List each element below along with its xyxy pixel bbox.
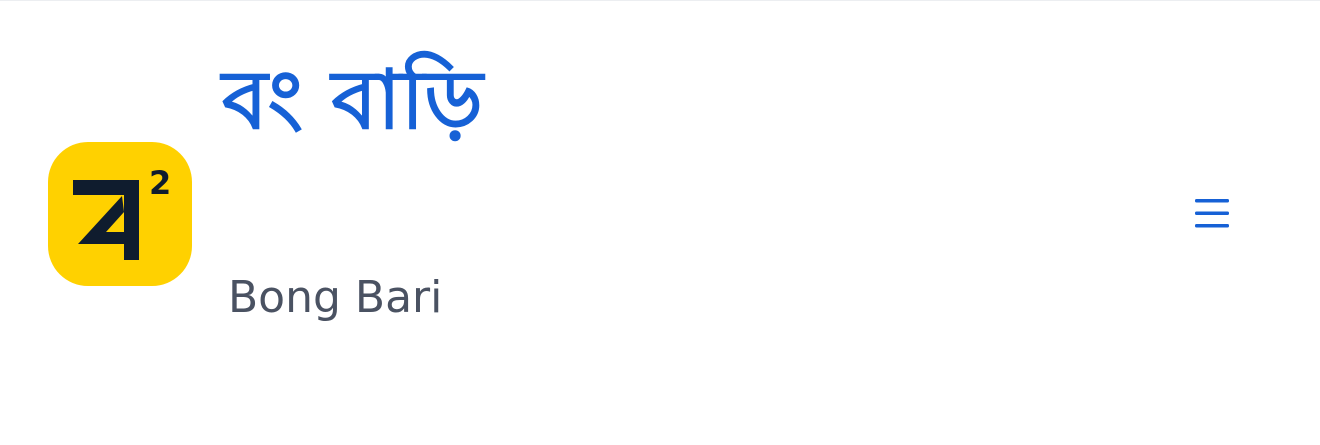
hamburger-menu-icon [1195,199,1229,228]
menu-toggle-button[interactable] [1186,190,1238,236]
site-header: 2 বং বাড়ি Bong Bari [0,0,1320,445]
site-title[interactable]: বং বাড়ি [222,46,483,156]
site-logo[interactable]: 2 [48,142,192,286]
logo-icon: 2 [48,142,192,286]
logo-superscript: 2 [149,164,171,202]
site-tagline: Bong Bari [228,272,443,323]
